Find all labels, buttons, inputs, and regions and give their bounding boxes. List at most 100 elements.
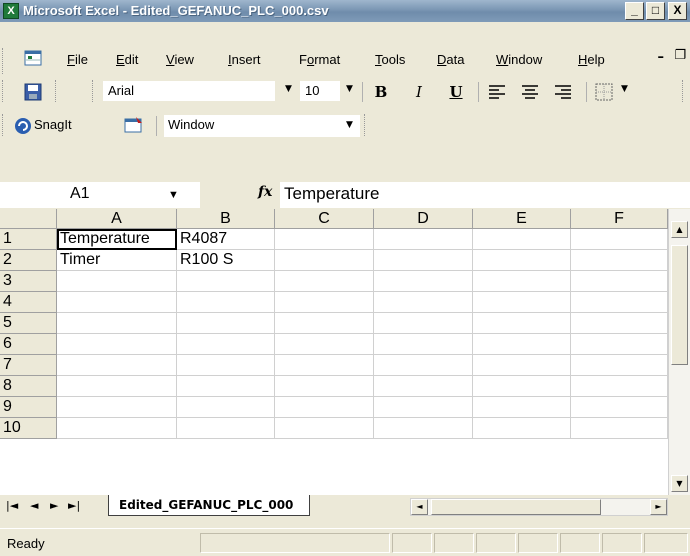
cell-e6[interactable] [473,334,571,355]
cell-b7[interactable] [177,355,275,376]
horizontal-scroll-thumb[interactable] [431,499,601,515]
minimize-button[interactable]: _ [625,2,644,20]
cell-c2[interactable] [275,250,374,271]
insert-function-icon[interactable]: fx [258,184,272,200]
name-box[interactable]: A1 ▼ [0,182,200,208]
row-header-6[interactable]: 6 [0,334,57,355]
prev-sheet-icon[interactable]: ◄ [30,499,38,512]
column-header-c[interactable]: C [275,209,374,229]
vertical-scrollbar[interactable]: ▲ ▼ [668,209,690,495]
scroll-down-icon[interactable]: ▼ [671,475,688,492]
italic-button[interactable]: I [408,82,430,102]
cell-c6[interactable] [275,334,374,355]
cell-e2[interactable] [473,250,571,271]
font-size-dropdown-icon[interactable]: ▼ [346,84,353,94]
scroll-right-icon[interactable]: ► [650,499,667,515]
cell-d6[interactable] [374,334,473,355]
borders-dropdown-icon[interactable]: ▼ [621,84,628,94]
cell-c8[interactable] [275,376,374,397]
cell-d2[interactable] [374,250,473,271]
font-toolbar-grip[interactable] [92,80,96,102]
cell-c10[interactable] [275,418,374,439]
save-icon[interactable] [24,83,42,101]
cell-b4[interactable] [177,292,275,313]
cell-c9[interactable] [275,397,374,418]
last-sheet-icon[interactable]: ►| [68,499,80,512]
cell-a5[interactable] [57,313,177,334]
row-header-9[interactable]: 9 [0,397,57,418]
cell-c3[interactable] [275,271,374,292]
menu-insert[interactable]: Insert [228,52,261,67]
row-header-5[interactable]: 5 [0,313,57,334]
align-center-icon[interactable] [520,84,540,100]
cell-d3[interactable] [374,271,473,292]
menu-file[interactable]: File [67,52,88,67]
snagit-toolbar-chevron[interactable] [364,114,368,136]
cell-d7[interactable] [374,355,473,376]
close-button[interactable]: X [668,2,687,20]
select-all-corner[interactable] [0,209,57,229]
capture-target-combo[interactable]: Window [164,115,360,137]
borders-icon[interactable] [595,83,613,101]
cell-f9[interactable] [571,397,668,418]
cell-d10[interactable] [374,418,473,439]
cell-a1[interactable]: Temperature [57,229,177,250]
row-header-4[interactable]: 4 [0,292,57,313]
scroll-left-icon[interactable]: ◄ [411,499,428,515]
excel-app-icon[interactable]: X [3,3,19,19]
cell-e1[interactable] [473,229,571,250]
cell-f3[interactable] [571,271,668,292]
cell-f8[interactable] [571,376,668,397]
cell-d9[interactable] [374,397,473,418]
column-header-a[interactable]: A [57,209,177,229]
doc-minimize-button[interactable]: – [658,50,665,65]
underline-button[interactable]: U [445,82,467,102]
cell-f2[interactable] [571,250,668,271]
scroll-up-icon[interactable]: ▲ [671,221,688,238]
align-right-icon[interactable] [553,84,573,100]
cell-b5[interactable] [177,313,275,334]
next-sheet-icon[interactable]: ► [50,499,58,512]
cell-e5[interactable] [473,313,571,334]
cell-a4[interactable] [57,292,177,313]
cell-e7[interactable] [473,355,571,376]
font-name-combo[interactable]: Arial [103,81,275,101]
cell-a2[interactable]: Timer [57,250,177,271]
toolbar-chevron[interactable] [55,80,59,102]
cell-b10[interactable] [177,418,275,439]
cell-e8[interactable] [473,376,571,397]
name-box-dropdown-icon[interactable]: ▼ [168,183,179,207]
snagit-window-icon[interactable] [124,116,144,134]
cell-c1[interactable] [275,229,374,250]
cell-d4[interactable] [374,292,473,313]
cell-b2[interactable]: R100 S [177,250,275,271]
font-size-combo[interactable]: 10 [300,81,340,101]
maximize-button[interactable]: □ [646,2,665,20]
cell-e3[interactable] [473,271,571,292]
sheet-tab-active[interactable]: Edited_GEFANUC_PLC_000 [108,495,311,516]
cell-d8[interactable] [374,376,473,397]
snagit-toolbar-grip[interactable] [2,114,6,136]
cell-f5[interactable] [571,313,668,334]
menu-data[interactable]: Data [437,52,464,67]
menu-format[interactable]: Format [299,52,340,67]
cell-a10[interactable] [57,418,177,439]
first-sheet-icon[interactable]: |◄ [6,499,18,512]
capture-target-dropdown-icon[interactable]: ▼ [346,120,353,130]
toolbar-grip[interactable] [2,80,6,102]
cell-f1[interactable] [571,229,668,250]
status-panel-resize[interactable] [644,533,688,553]
row-header-3[interactable]: 3 [0,271,57,292]
cell-f4[interactable] [571,292,668,313]
cell-d1[interactable] [374,229,473,250]
cell-a6[interactable] [57,334,177,355]
cell-c7[interactable] [275,355,374,376]
cell-c5[interactable] [275,313,374,334]
row-header-10[interactable]: 10 [0,418,57,439]
cell-a7[interactable] [57,355,177,376]
cell-b1[interactable]: R4087 [177,229,275,250]
menu-view[interactable]: View [166,52,194,67]
row-header-7[interactable]: 7 [0,355,57,376]
cell-b6[interactable] [177,334,275,355]
column-header-d[interactable]: D [374,209,473,229]
